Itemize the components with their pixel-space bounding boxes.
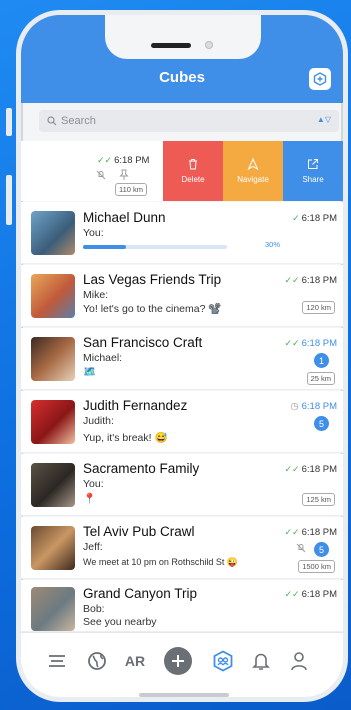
chat-sender: Jeff:: [83, 541, 103, 553]
nav-globe[interactable]: [83, 647, 111, 675]
mute-icon: [96, 170, 106, 180]
progress-fill: [83, 245, 127, 249]
delete-action-label: Delete: [181, 175, 205, 184]
avatar: [31, 400, 75, 444]
chat-row-grand-canyon[interactable]: Grand Canyon Trip Bob: See you nearby ✓✓…: [21, 580, 343, 632]
chat-sender: Michael:: [83, 352, 123, 364]
nav-menu[interactable]: [43, 647, 71, 675]
distance-badge: 125 km: [302, 493, 335, 506]
nav-add[interactable]: [164, 647, 192, 675]
chat-message: Yo! let's go to the cinema? 📽️: [83, 303, 222, 315]
chat-row-tel-aviv[interactable]: Tel Aviv Pub Crawl Jeff: We meet at 10 p…: [21, 517, 343, 579]
search-placeholder: Search: [61, 115, 96, 127]
menu-icon: [49, 655, 65, 667]
swiped-row-time: 6:18 PM: [114, 155, 150, 166]
distance-badge: 25 km: [306, 372, 335, 385]
chat-message: See you nearby: [83, 616, 157, 628]
notch: [105, 15, 261, 59]
delete-action-button[interactable]: Delete: [163, 141, 223, 201]
chat-time: ✓✓ 6:18 PM: [284, 589, 337, 600]
chat-name: Tel Aviv Pub Crawl: [83, 524, 195, 539]
chat-name: Michael Dunn: [83, 210, 166, 225]
chat-time: ✓ 6:18 PM: [292, 213, 337, 224]
chat-message: 📍: [83, 493, 97, 505]
distance-badge: 120 km: [302, 301, 335, 314]
avatar: [31, 526, 75, 570]
share-action-label: Share: [302, 175, 324, 184]
add-cube-button[interactable]: [309, 68, 331, 90]
chat-time: ◷ 6:18 PM: [290, 401, 337, 412]
navigate-action-label: Navigate: [237, 175, 269, 184]
chat-row-las-vegas[interactable]: Las Vegas Friends Trip Mike: Yo! let's g…: [21, 265, 343, 327]
chat-row-sacramento[interactable]: Sacramento Family You: 📍 ✓✓ 6:18 PM 125 k…: [21, 454, 343, 516]
unread-badge: 5: [314, 416, 329, 431]
upload-progress-bar: [83, 245, 227, 249]
chat-name: Judith Fernandez: [83, 398, 188, 413]
chat-time: ✓✓ 6:18 PM: [284, 338, 337, 349]
chat-message: 🗺️: [83, 366, 97, 378]
chat-row-michael-dunn[interactable]: Michael Dunn You: 30% ✓ 6:18 PM: [21, 202, 343, 264]
chat-row-san-francisco[interactable]: San Francisco Craft Michael: 🗺️ ✓✓ 6:18 P…: [21, 328, 343, 390]
avatar: [31, 274, 75, 318]
nav-notifications[interactable]: [247, 647, 275, 675]
search-input[interactable]: Search ▲▽: [39, 110, 339, 132]
swiped-chat-row[interactable]: ✓✓ 6:18 PM 110 km Delete Navigate Share: [21, 141, 343, 201]
bottom-nav: AR: [21, 632, 343, 697]
camera: [205, 41, 213, 49]
speaker: [151, 43, 191, 48]
clock-icon: ◷: [290, 401, 299, 412]
chat-sender: Judith:: [83, 415, 114, 427]
add-cube-icon: [313, 72, 327, 86]
nav-profile[interactable]: [285, 647, 313, 675]
cubes-icon: [213, 650, 233, 672]
sort-icon[interactable]: ▲▽: [317, 115, 331, 124]
globe-icon: [88, 652, 106, 670]
chat-row-judith-fernandez[interactable]: Judith Fernandez Judith: Yup, it's break…: [21, 391, 343, 453]
navigate-icon: [247, 158, 259, 170]
distance-badge: 1500 km: [298, 560, 335, 573]
chat-name: Grand Canyon Trip: [83, 586, 198, 601]
chat-sender: Bob:: [83, 603, 105, 615]
progress-label: 30%: [265, 240, 281, 249]
trash-icon: [189, 159, 197, 170]
search-icon: [47, 116, 57, 126]
plus-icon: [172, 655, 184, 667]
chat-sender: You:: [83, 227, 104, 239]
chat-name: Las Vegas Friends Trip: [83, 272, 222, 287]
unread-badge: 1: [314, 353, 329, 368]
mute-icon: [296, 543, 306, 553]
avatar: [31, 587, 75, 631]
chat-message: We meet at 10 pm on Rothschild St 😜: [83, 557, 239, 567]
chat-name: Sacramento Family: [83, 461, 200, 476]
home-indicator: [139, 693, 229, 697]
chat-time: ✓✓ 6:18 PM: [284, 464, 337, 475]
nav-ar[interactable]: AR: [121, 647, 149, 675]
chat-time: ✓✓ 6:18 PM: [284, 275, 337, 286]
share-action-button[interactable]: Share: [283, 141, 343, 201]
chat-sender: You:: [83, 478, 104, 490]
nav-cubes[interactable]: [209, 647, 237, 675]
distance-badge: 110 km: [115, 183, 148, 196]
chat-sender: Mike:: [83, 289, 109, 301]
avatar: [31, 337, 75, 381]
avatar: [31, 463, 75, 507]
share-icon: [308, 159, 318, 169]
pin-icon: [119, 169, 129, 180]
avatar: [31, 211, 75, 255]
profile-icon: [291, 652, 307, 671]
chat-name: San Francisco Craft: [83, 335, 203, 350]
app-header: Cubes: [21, 15, 343, 103]
phone-frame: Cubes Search ▲▽ ✓✓ 6:18 PM 110 km Delete…: [16, 10, 348, 702]
chat-time: ✓✓ 6:18 PM: [284, 527, 337, 538]
unread-badge: 5: [314, 542, 329, 557]
chat-message: Yup, it's break! 😅: [83, 432, 168, 444]
navigate-action-button[interactable]: Navigate: [223, 141, 283, 201]
page-title: Cubes: [159, 69, 205, 86]
bell-icon: [252, 653, 270, 670]
volume-down-button: [6, 175, 12, 225]
volume-up-button: [6, 108, 12, 136]
